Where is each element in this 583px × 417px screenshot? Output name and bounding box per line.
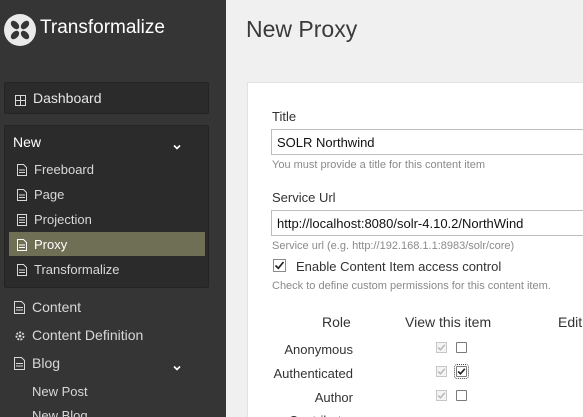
page-title: New Proxy [246,16,358,42]
access-control-checkbox[interactable] [273,259,286,272]
gear-icon [14,329,25,342]
document-icon [14,356,25,370]
view-permission-checkbox[interactable] [456,342,467,353]
column-header-edit: Edit [558,314,583,330]
list-icon [17,213,27,226]
sidebar-item-label: Proxy [34,236,68,252]
sidebar-item-label: Content Definition [32,327,144,343]
document-icon [17,163,27,176]
dashboard-icon [15,93,26,106]
service-url-input[interactable] [271,210,583,236]
editor-card: Title You must provide a title for this … [247,82,583,417]
sidebar-item-new-blog[interactable]: New Blog [32,408,88,417]
sidebar-item-label: Content [32,299,82,315]
column-header-role: Role [322,314,351,330]
sidebar-item-freeboard[interactable]: Freeboard [9,157,205,181]
role-name: Authenticated [273,366,353,381]
document-icon [14,300,25,314]
sidebar-item-proxy[interactable]: Proxy [9,232,205,256]
chevron-down-icon[interactable] [173,138,181,150]
app-title: Transformalize [40,17,165,38]
sidebar-item-projection[interactable]: Projection [9,207,205,231]
main-content: New Proxy Title You must provide a title… [226,0,583,417]
brand[interactable]: Transformalize [0,0,226,60]
service-url-label: Service Url [272,190,336,205]
sidebar-item-label: Dashboard [33,90,102,106]
sidebar-item-content[interactable]: Content [0,295,226,319]
inherited-permission-checkbox [436,366,447,377]
access-control-label: Enable Content Item access control [296,259,502,274]
document-icon [17,238,27,251]
sidebar-item-transformalize[interactable]: Transformalize [9,257,205,281]
sidebar-item-page[interactable]: Page [9,182,205,206]
title-label: Title [272,109,297,124]
role-name: Anonymous [284,342,353,357]
access-control-hint: Check to define custom permissions for t… [272,280,551,292]
column-header-view: View this item [405,314,492,330]
role-name: Author [314,390,353,405]
sidebar-item-label: Page [34,186,65,202]
sidebar-item-new-post[interactable]: New Post [32,384,88,399]
inherited-permission-checkbox [436,390,447,401]
service-url-hint: Service url (e.g. http://192.168.1.1:898… [272,240,515,252]
sidebar-item-label: Freeboard [34,161,94,177]
orchard-logo-icon [4,14,36,46]
sidebar-item-label: Projection [34,211,92,227]
view-permission-checkbox[interactable] [454,364,469,379]
sidebar: Transformalize Dashboard New Freeboard P… [0,0,226,417]
sidebar-group-new: New Freeboard Page Projection Proxy Tran… [4,125,209,288]
title-hint: You must provide a title for this conten… [272,159,485,171]
sidebar-item-label: Transformalize [34,261,120,277]
sidebar-item-label: Blog [32,355,61,371]
chevron-down-icon[interactable] [173,359,181,371]
title-input[interactable] [271,129,583,155]
document-icon [17,263,27,276]
sidebar-item-dashboard[interactable]: Dashboard [4,82,209,114]
view-permission-checkbox[interactable] [456,390,467,401]
sidebar-item-content-definition[interactable]: Content Definition [0,323,226,347]
document-icon [17,188,27,201]
sidebar-group-label[interactable]: New [13,134,41,150]
sidebar-item-blog[interactable]: Blog [0,351,226,375]
role-name: Contributor [243,413,353,417]
inherited-permission-checkbox [436,342,447,353]
